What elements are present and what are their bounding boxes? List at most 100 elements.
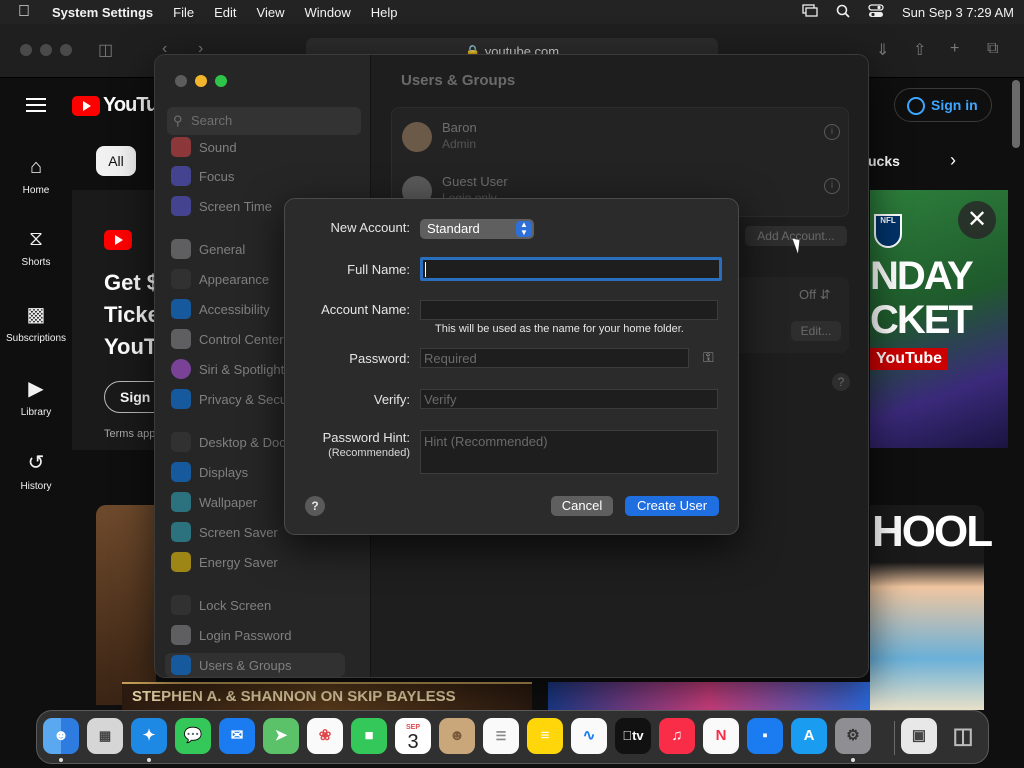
running-indicator	[147, 758, 151, 762]
chip-next-icon[interactable]: ›	[950, 150, 956, 171]
desktop-dock-icon	[171, 432, 191, 452]
search-placeholder: Search	[191, 113, 233, 128]
verify-field[interactable]	[420, 389, 718, 409]
sidebar-item-sound[interactable]: Sound	[171, 135, 357, 159]
trash-icon[interactable]: ◫	[945, 718, 981, 754]
menu-file[interactable]: File	[173, 5, 194, 20]
safari-minimize-button[interactable]	[40, 44, 52, 56]
screen-mirroring-icon[interactable]	[802, 3, 818, 21]
nav-home[interactable]: ⌂ Home	[0, 156, 72, 196]
help-button[interactable]: ?	[305, 496, 325, 516]
downloads-icon[interactable]: ⇓	[876, 40, 889, 60]
nav-subscriptions[interactable]: ▩ Subscriptions	[0, 302, 72, 344]
apple-menu-icon[interactable]: 	[18, 3, 40, 21]
sidebar-toggle-icon[interactable]: ◫	[98, 40, 113, 60]
keynote-icon[interactable]: ▪	[747, 718, 783, 754]
video-thumbnail[interactable]	[96, 505, 156, 705]
preview-icon[interactable]: ▣	[901, 718, 937, 754]
nav-subscriptions-label: Subscriptions	[5, 333, 67, 344]
nav-shorts[interactable]: ⧖ Shorts	[0, 228, 72, 268]
reminders-icon[interactable]: ☰	[483, 718, 519, 754]
chip-partial[interactable]: ucks	[868, 153, 900, 169]
share-icon[interactable]: ⇧	[913, 40, 926, 60]
sidebar-label: Accessibility	[199, 301, 270, 317]
screen-time-icon	[171, 196, 191, 216]
menu-view[interactable]: View	[257, 5, 285, 20]
photos-icon[interactable]: ❀	[307, 718, 343, 754]
auto-login-popup[interactable]: Off ⇵	[799, 287, 831, 303]
dock-separator	[894, 721, 895, 755]
nav-history[interactable]: ↺ History	[0, 450, 72, 492]
finder-icon[interactable]: ☻	[43, 718, 79, 754]
ad-close-icon[interactable]: ✕	[958, 201, 996, 239]
user-name: Baron	[442, 120, 477, 135]
sidebar-item-lock-screen[interactable]: Lock Screen	[171, 593, 357, 617]
mail-icon[interactable]: ✉	[219, 718, 255, 754]
notes-icon[interactable]: ≡	[527, 718, 563, 754]
video-thumbnail[interactable]	[548, 682, 870, 710]
new-account-label: New Account:	[330, 220, 411, 235]
video-thumbnail[interactable]: HOOL	[870, 505, 993, 710]
menu-edit[interactable]: Edit	[214, 5, 236, 20]
video-thumbnail-caption[interactable]: STEPHEN A. & SHANNON ON SKIP BAYLESS	[122, 682, 532, 710]
menu-window[interactable]: Window	[304, 5, 350, 20]
window-minimize-button[interactable]	[195, 75, 207, 87]
youtube-sign-in-button[interactable]: Sign in	[894, 88, 992, 122]
tab-overview-icon[interactable]: ⧉	[987, 40, 998, 58]
password-field[interactable]	[420, 348, 689, 368]
menu-help[interactable]: Help	[371, 5, 398, 20]
sidebar-item-users-groups[interactable]: Users & Groups	[165, 653, 345, 677]
chip-all[interactable]: All	[96, 146, 136, 176]
calendar-icon[interactable]: SEP 3	[395, 718, 431, 754]
edit-button[interactable]: Edit...	[791, 321, 841, 341]
help-icon[interactable]: ?	[832, 373, 850, 391]
page-scrollbar[interactable]	[1012, 80, 1020, 148]
info-icon[interactable]: i	[824, 124, 840, 140]
password-hint-label-text: Password Hint:	[322, 430, 410, 445]
sidebar-item-login-password[interactable]: Login Password	[171, 623, 357, 647]
systemsettings-icon[interactable]: ⚙	[835, 718, 871, 754]
appletv-icon[interactable]: tv	[615, 718, 651, 754]
facetime-icon[interactable]: ■	[351, 718, 387, 754]
sidebar-item-energy-saver[interactable]: Energy Saver	[171, 550, 357, 574]
password-hint-label: Password Hint: (Recommended)	[323, 431, 410, 460]
nav-library[interactable]: ▶ Library	[0, 376, 72, 418]
password-hint-field[interactable]	[420, 430, 718, 474]
menu-clock[interactable]: Sun Sep 3 7:29 AM	[902, 5, 1014, 20]
create-user-button[interactable]: Create User	[625, 496, 719, 516]
contacts-icon[interactable]: ☻	[439, 718, 475, 754]
hamburger-menu-icon[interactable]	[26, 98, 46, 112]
appstore-icon[interactable]: A	[791, 718, 827, 754]
news-icon[interactable]: N	[703, 718, 739, 754]
maps-icon[interactable]: ➤	[263, 718, 299, 754]
music-icon[interactable]: ♫	[659, 718, 695, 754]
full-name-field[interactable]	[420, 257, 722, 281]
safari-close-button[interactable]	[20, 44, 32, 56]
sidebar-item-focus[interactable]: Focus	[171, 164, 357, 188]
messages-icon[interactable]: 💬	[175, 718, 211, 754]
settings-search-input[interactable]: ⚲ Search	[167, 107, 361, 135]
account-icon	[907, 97, 925, 116]
new-account-sheet: New Account: Standard ▲ ▼ Full Name: Acco…	[284, 198, 739, 535]
appletv-label: tv	[627, 728, 644, 743]
safari-zoom-button[interactable]	[60, 44, 72, 56]
window-close-button[interactable]	[175, 75, 187, 87]
menu-app-name[interactable]: System Settings	[52, 5, 153, 20]
new-tab-icon[interactable]: +	[950, 40, 959, 58]
safari-icon[interactable]: ✦	[131, 718, 167, 754]
launchpad-icon[interactable]: ▦	[87, 718, 123, 754]
window-zoom-button[interactable]	[215, 75, 227, 87]
password-assistant-key-icon[interactable]: ⚿	[703, 349, 714, 366]
control-center-icon[interactable]	[868, 3, 884, 21]
user-row[interactable]: Baron Admin i	[402, 118, 842, 158]
account-type-popup[interactable]: Standard ▲ ▼	[420, 219, 534, 239]
sidebar-label: Siri & Spotlight	[199, 361, 285, 377]
cancel-button[interactable]: Cancel	[551, 496, 613, 516]
spotlight-search-icon[interactable]	[836, 4, 850, 21]
appearance-icon	[171, 269, 191, 289]
account-name-field[interactable]	[420, 300, 718, 320]
freeform-icon[interactable]: ∿	[571, 718, 607, 754]
sidebar-label: Lock Screen	[199, 597, 272, 613]
info-icon[interactable]: i	[824, 178, 840, 194]
sidebar-label: Desktop & Dock	[199, 434, 293, 450]
